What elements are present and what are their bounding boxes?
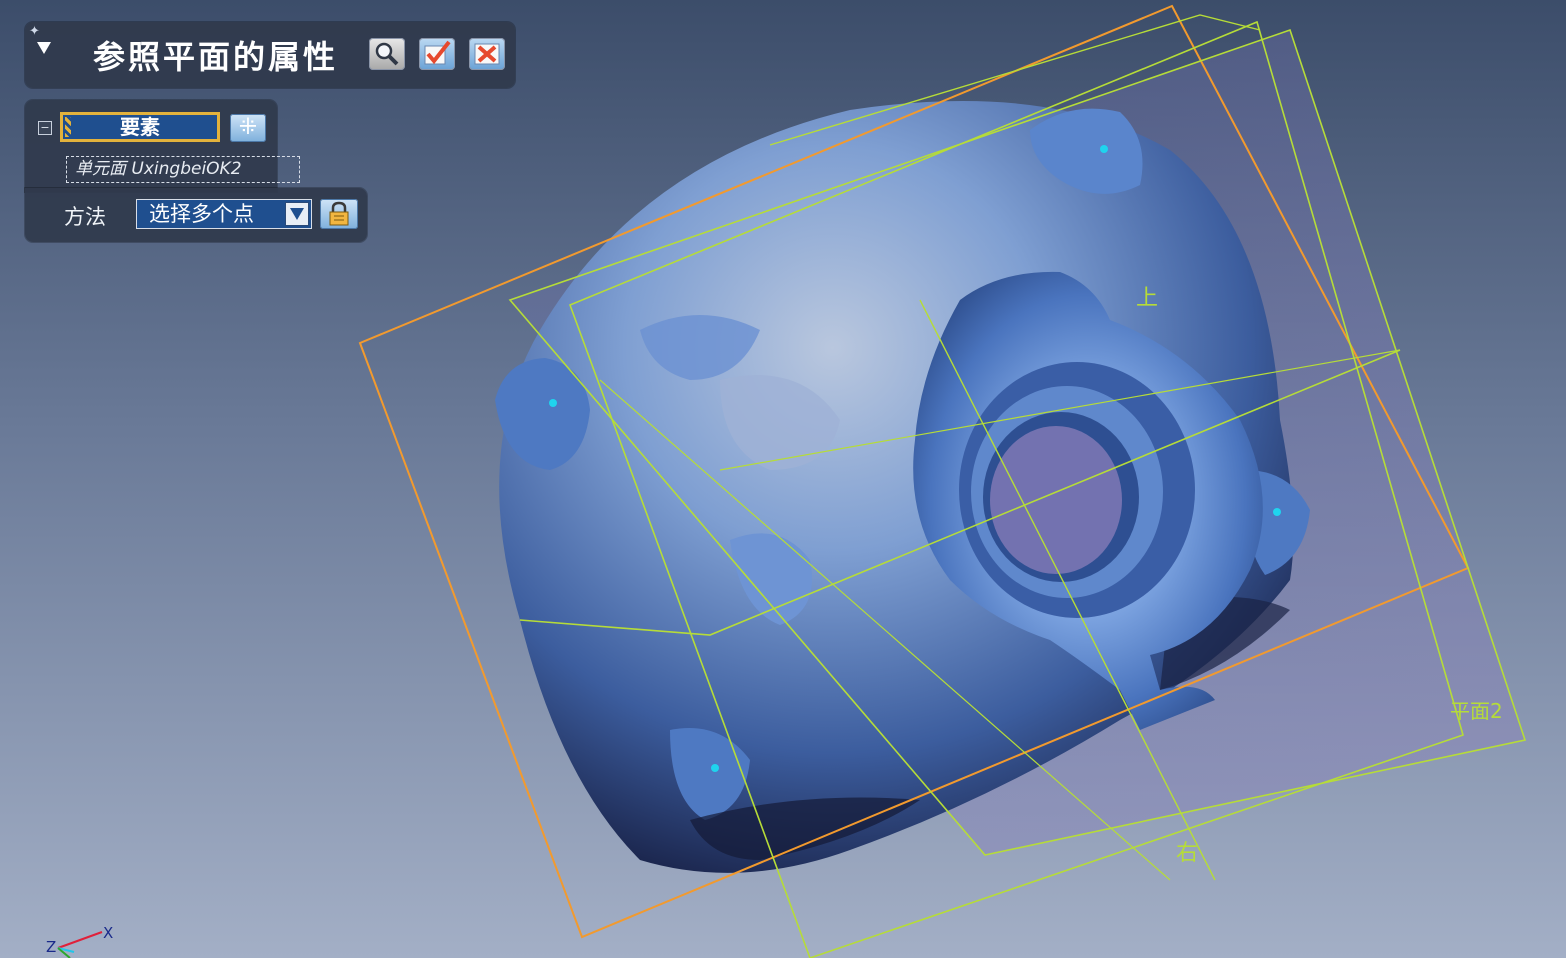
plane-label-plane2: 平面2 [1450, 699, 1503, 723]
picked-point-3[interactable] [1273, 508, 1281, 516]
preview-button[interactable] [369, 38, 405, 70]
ok-button[interactable] [419, 38, 455, 70]
element-button[interactable]: 要素 [60, 112, 220, 142]
active-stripe [65, 117, 71, 137]
picked-point-1[interactable] [549, 399, 557, 407]
checkmark-icon [424, 40, 451, 65]
lock-icon [329, 201, 349, 226]
triangle-down-icon[interactable] [37, 42, 51, 54]
magnifier-icon [375, 42, 399, 66]
cancel-button[interactable] [469, 38, 505, 70]
select-all-button[interactable]: ⁜ [230, 114, 266, 142]
pin-icon[interactable]: ✦ [29, 24, 40, 39]
method-selected-value: 选择多个点 [149, 202, 254, 226]
plane-label-top: 上 [1136, 286, 1158, 311]
plane-label-right: 右 [1176, 841, 1198, 866]
picked-point-2[interactable] [1100, 145, 1108, 153]
lock-button[interactable] [320, 199, 358, 229]
axis-label-z: Z [46, 938, 56, 956]
axis-triad: X Z [46, 924, 113, 958]
element-button-label: 要素 [120, 115, 160, 139]
close-x-icon [474, 43, 500, 65]
panel-title: 参照平面的属性 [93, 38, 339, 76]
axis-label-x: X [103, 924, 113, 942]
select-all-icon: ⁜ [238, 115, 258, 140]
method-select[interactable]: 选择多个点 [136, 199, 312, 229]
dropdown-arrow-icon[interactable] [285, 202, 309, 226]
minus-box-icon[interactable]: − [38, 121, 52, 135]
method-label: 方法 [64, 205, 106, 229]
element-value-field[interactable]: 单元面 UxingbeiOK2 [66, 156, 300, 183]
picked-point-4[interactable] [711, 764, 719, 772]
title-panel: ✦ 参照平面的属性 [25, 22, 515, 88]
